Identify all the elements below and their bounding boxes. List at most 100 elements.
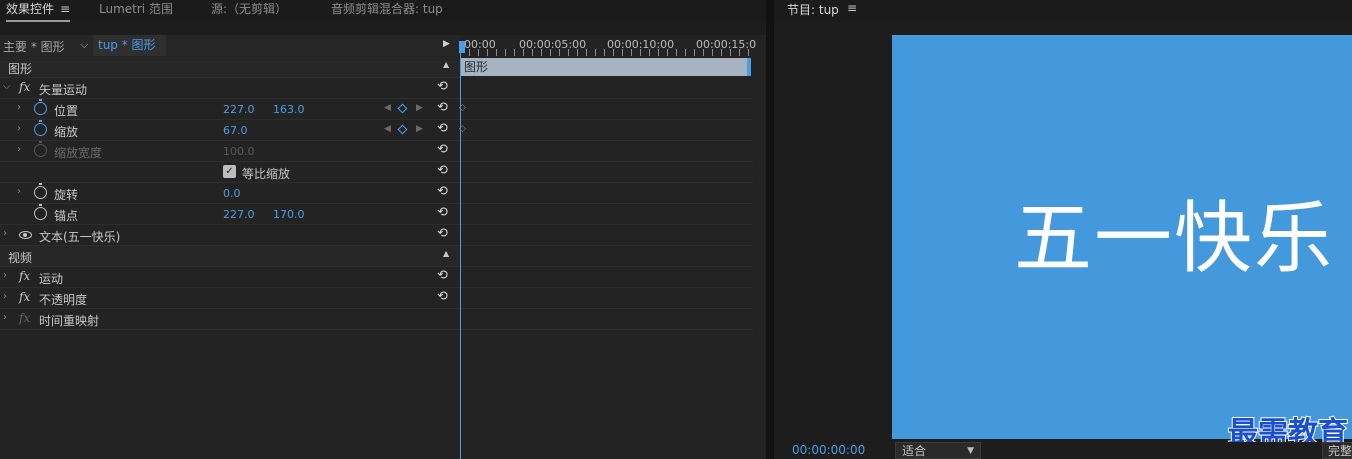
tab-source[interactable]: 源:（无剪辑） [211, 0, 287, 22]
reset-icon[interactable]: ⟲ [437, 289, 448, 304]
scale-value[interactable]: 67.0 [223, 124, 248, 137]
timeline-row-divider [461, 329, 753, 330]
playhead-handle[interactable] [459, 41, 465, 53]
stopwatch-icon[interactable] [34, 204, 47, 220]
fx-icon[interactable]: fx [19, 269, 30, 283]
panel-divider[interactable] [766, 0, 774, 459]
timeline-row-divider [461, 182, 753, 183]
timeline-clip[interactable]: 图形 [461, 58, 751, 76]
anchor-y-value[interactable]: 170.0 [273, 208, 305, 221]
stopwatch-icon[interactable] [34, 183, 47, 199]
video-frame[interactable]: 五一快乐 [892, 35, 1352, 439]
fx-icon: fx [19, 311, 31, 325]
chevron-down-icon[interactable]: ⌵ [3, 81, 11, 92]
stopwatch-icon[interactable] [34, 99, 47, 115]
rotation-value[interactable]: 0.0 [223, 187, 241, 200]
zoom-fit-value: 适合 [902, 444, 927, 458]
chevron-right-icon[interactable]: › [3, 312, 7, 323]
position-y-value[interactable]: 163.0 [273, 103, 305, 116]
chevron-down-icon[interactable]: ⌵ [80, 38, 88, 52]
reset-icon[interactable]: ⟲ [437, 79, 448, 94]
collapse-up-icon[interactable]: ▲ [443, 249, 449, 258]
timeline-row-divider [461, 245, 753, 246]
ruler-ticks [460, 49, 754, 56]
tab-lumetri-scopes[interactable]: Lumetri 范围 [99, 0, 173, 22]
reset-icon[interactable]: ⟲ [437, 226, 448, 241]
next-keyframe-icon[interactable]: ▶ [416, 124, 423, 134]
playback-resolution-value: 完整 [1328, 444, 1352, 458]
fx-icon[interactable]: fx [19, 80, 30, 94]
timeline-row-divider [461, 161, 753, 162]
prev-keyframe-icon[interactable]: ◀ [384, 124, 391, 134]
playhead-timecode[interactable]: 00:00:00:00 [792, 443, 865, 457]
section-label: 图形 [8, 62, 33, 76]
panel-menu-icon[interactable]: ≡ [60, 0, 70, 18]
section-label: 视频 [8, 251, 33, 265]
property-label: 缩放 [54, 125, 79, 139]
chevron-right-icon[interactable]: › [3, 270, 7, 281]
property-label: 锚点 [54, 209, 79, 223]
sequence-clip-label[interactable]: tup * 图形 [93, 35, 166, 56]
uniform-scale-checkbox[interactable]: ✓ [223, 165, 236, 178]
effect-row-motion[interactable]: › fx 运动 ⟲ [0, 267, 460, 288]
timeline-ruler[interactable]: 00:00 00:00:05:00 00:00:10:00 00:00:15:0 [460, 35, 766, 56]
effect-row-time-remapping[interactable]: › fx 时间重映射 [0, 309, 460, 330]
chevron-right-icon[interactable]: › [3, 228, 7, 239]
timeline-row-divider [461, 308, 753, 309]
clip-end-handle[interactable] [747, 58, 751, 76]
tab-audio-clip-mixer[interactable]: 音频剪辑混合器: tup [331, 0, 443, 22]
position-x-value[interactable]: 227.0 [223, 103, 255, 116]
reset-icon[interactable]: ⟲ [437, 268, 448, 283]
timeline-row-divider [461, 140, 753, 141]
program-monitor-title[interactable]: 节目: tup [787, 1, 839, 18]
tab-effect-controls-label: 效果控件 [6, 2, 55, 16]
tab-effect-controls[interactable]: 效果控件 ≡ [6, 0, 71, 22]
effect-label: 时间重映射 [39, 314, 100, 328]
property-label: 缩放宽度 [54, 146, 103, 160]
property-row-rotation: › 旋转 0.0 ⟲ [0, 183, 460, 204]
section-header-video[interactable]: 视频 ▲ [0, 246, 460, 267]
chevron-right-icon[interactable]: › [17, 186, 21, 197]
property-row-position: › 位置 227.0 163.0 ◀ ▶ ⟲ [0, 99, 460, 120]
scale-width-value: 100.0 [223, 145, 255, 158]
chevron-right-icon: › [17, 144, 21, 155]
reset-icon[interactable]: ⟲ [437, 205, 448, 220]
next-keyframe-icon[interactable]: ▶ [416, 103, 423, 113]
reset-icon[interactable]: ⟲ [437, 163, 448, 178]
clip-selector-bar: 主要 * 图形 ⌵ tup * 图形 ▶ [0, 35, 460, 56]
master-clip-label[interactable]: 主要 * 图形 [3, 38, 65, 55]
collapse-up-icon[interactable]: ▲ [443, 60, 449, 69]
property-label: 旋转 [54, 188, 79, 202]
section-header-graphic[interactable]: 图形 ▲ [0, 57, 460, 78]
play-triangle-icon[interactable]: ▶ [443, 39, 450, 49]
effect-row-opacity[interactable]: › fx 不透明度 ⟲ [0, 288, 460, 309]
layer-label: 文本(五一快乐) [39, 230, 121, 244]
panel-menu-icon[interactable]: ≡ [847, 1, 857, 15]
eye-icon[interactable] [19, 231, 32, 239]
property-row-uniform-scale: ✓ 等比缩放 ⟲ [0, 162, 460, 183]
reset-icon[interactable]: ⟲ [437, 184, 448, 199]
effect-controls-tabbar: 效果控件 ≡ Lumetri 范围 源:（无剪辑） 音频剪辑混合器: tup [0, 0, 766, 22]
reset-icon[interactable]: ⟲ [437, 100, 448, 115]
property-row-anchor: 锚点 227.0 170.0 ⟲ [0, 204, 460, 225]
property-label: 等比缩放 [242, 167, 291, 181]
playback-resolution-dropdown[interactable]: 完整 [1322, 442, 1352, 459]
chevron-right-icon[interactable]: › [3, 291, 7, 302]
effect-label: 运动 [39, 272, 64, 286]
zoom-fit-dropdown[interactable]: 适合 ▼ [895, 442, 981, 459]
chevron-right-icon[interactable]: › [17, 123, 21, 134]
anchor-x-value[interactable]: 227.0 [223, 208, 255, 221]
add-keyframe-icon[interactable] [397, 103, 408, 114]
prev-keyframe-icon[interactable]: ◀ [384, 103, 391, 113]
reset-icon[interactable]: ⟲ [437, 142, 448, 157]
fx-icon[interactable]: fx [19, 290, 30, 304]
effect-row-vector-motion[interactable]: ⌵ fx 矢量运动 ⟲ [0, 78, 460, 99]
timeline-row-divider [461, 119, 753, 120]
add-keyframe-icon[interactable] [397, 124, 408, 135]
chevron-right-icon[interactable]: › [17, 102, 21, 113]
layer-row-text[interactable]: › 文本(五一快乐) ⟲ [0, 225, 460, 246]
reset-icon[interactable]: ⟲ [437, 121, 448, 136]
timeline-row-divider [461, 98, 753, 99]
timeline-row-divider [461, 224, 753, 225]
stopwatch-icon[interactable] [34, 120, 47, 136]
